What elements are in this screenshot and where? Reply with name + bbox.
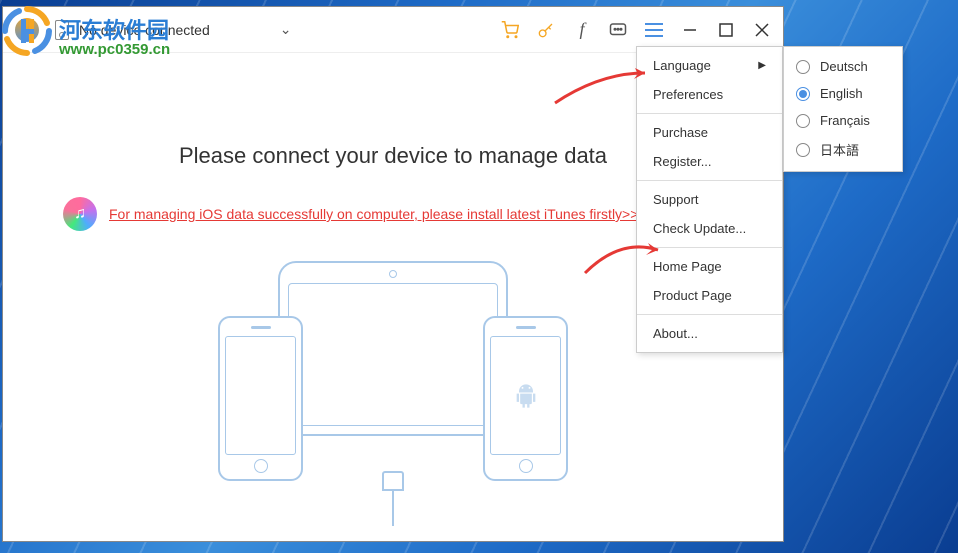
menu-item-about[interactable]: About... — [637, 319, 782, 348]
submenu-arrow-icon: ▶ — [758, 60, 766, 71]
feedback-icon[interactable] — [609, 21, 627, 39]
menu-item-language[interactable]: Language ▶ — [637, 51, 782, 80]
menu-label: Register... — [653, 154, 712, 169]
menu-item-purchase[interactable]: Purchase — [637, 118, 782, 147]
menu-label: Language — [653, 58, 711, 73]
menu-item-register[interactable]: Register... — [637, 147, 782, 176]
tablet-icon — [278, 261, 508, 436]
lang-label: English — [820, 86, 863, 101]
maximize-button[interactable] — [717, 21, 735, 39]
android-phone-icon — [483, 316, 568, 481]
radio-icon — [796, 143, 810, 157]
menu-item-check-update[interactable]: Check Update... — [637, 214, 782, 243]
lang-option-english[interactable]: English — [784, 80, 902, 107]
radio-icon — [796, 114, 810, 128]
itunes-install-link[interactable]: For managing iOS data successfully on co… — [109, 206, 638, 222]
close-button[interactable] — [753, 21, 771, 39]
menu-item-support[interactable]: Support — [637, 185, 782, 214]
menu-label: Product Page — [653, 288, 732, 303]
watermark: 河东软件园 www.pc0359.cn — [1, 5, 53, 62]
facebook-icon[interactable]: f — [573, 21, 591, 39]
android-icon — [512, 382, 540, 410]
usb-cable-icon — [382, 471, 404, 526]
lang-option-francais[interactable]: Français — [784, 107, 902, 134]
watermark-logo-icon — [1, 5, 53, 57]
menu-label: Check Update... — [653, 221, 746, 236]
main-dropdown-menu: Language ▶ Preferences Purchase Register… — [636, 46, 783, 353]
lang-option-deutsch[interactable]: Deutsch — [784, 53, 902, 80]
lang-label: Deutsch — [820, 59, 868, 74]
lang-label: Français — [820, 113, 870, 128]
lang-label: 日本語 — [820, 140, 859, 159]
chevron-down-icon: ⌄ — [280, 21, 292, 38]
radio-icon-selected — [796, 87, 810, 101]
cart-icon[interactable] — [501, 21, 519, 39]
iphone-icon — [218, 316, 303, 481]
lang-option-japanese[interactable]: 日本語 — [784, 134, 902, 165]
itunes-icon — [63, 197, 97, 231]
menu-item-product-page[interactable]: Product Page — [637, 281, 782, 310]
key-icon[interactable] — [537, 21, 555, 39]
menu-label: Home Page — [653, 259, 722, 274]
watermark-url: www.pc0359.cn — [59, 41, 170, 58]
menu-label: Support — [653, 192, 699, 207]
menu-label: Purchase — [653, 125, 708, 140]
menu-button[interactable] — [645, 21, 663, 39]
language-submenu: Deutsch English Français 日本語 — [783, 46, 903, 172]
menu-label: About... — [653, 326, 698, 341]
menu-item-home-page[interactable]: Home Page — [637, 252, 782, 281]
minimize-button[interactable] — [681, 21, 699, 39]
menu-item-preferences[interactable]: Preferences — [637, 80, 782, 109]
radio-icon — [796, 60, 810, 74]
menu-label: Preferences — [653, 87, 723, 102]
